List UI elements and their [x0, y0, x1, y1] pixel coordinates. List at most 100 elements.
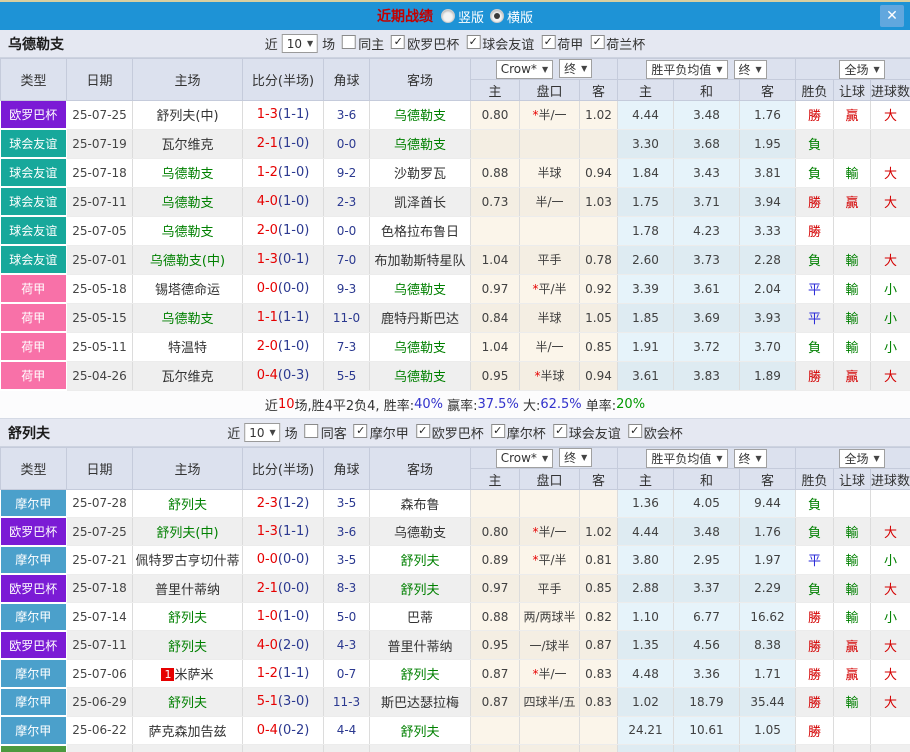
result-goals: 大 — [871, 158, 910, 187]
match-date: 25-07-25 — [67, 517, 133, 545]
result-outcome: 勝 — [796, 659, 834, 687]
team-name-text: 特温特 — [168, 341, 207, 356]
league-filter-checkbox[interactable]: ✓ — [541, 35, 555, 49]
match-count-select[interactable]: 10▼ — [244, 423, 280, 442]
avg-type-select[interactable]: 胜平负均值▼ — [646, 60, 727, 79]
matches-body: 摩尔甲25-07-28舒列夫2-3(1-2)3-5森布鲁1.364.059.44… — [1, 490, 910, 752]
col-date: 日期 — [67, 448, 133, 490]
match-date: 25-07-18 — [67, 158, 133, 187]
fulltime-select[interactable]: 全场▼ — [839, 449, 884, 468]
match-count-select[interactable]: 10▼ — [282, 34, 318, 53]
fulltime-score: 1-2 — [257, 666, 278, 681]
avg-type-select[interactable]: 胜平负均值▼ — [646, 449, 727, 468]
avg-draw-odds: 3.43 — [674, 158, 740, 187]
odds-home: 0.88 — [471, 603, 520, 631]
team-name-text: 沙勒罗瓦 — [394, 167, 446, 182]
avg-time-select[interactable]: 终▼ — [734, 60, 767, 79]
corners-cell: 0-7 — [324, 659, 370, 687]
team-name-text: 乌德勒支 — [394, 109, 446, 124]
result-outcome: 勝 — [796, 101, 834, 130]
odds-time-select[interactable]: 终▼ — [559, 59, 592, 78]
odds-handicap: *半/一 — [520, 659, 580, 687]
result-outcome: 負 — [796, 129, 834, 158]
col-avg-draw: 和 — [674, 80, 740, 101]
team-name-text: 色格拉布鲁日 — [381, 225, 459, 240]
avg-time-select[interactable]: 终▼ — [734, 449, 767, 468]
match-date: 25-05-11 — [67, 332, 133, 361]
league-filter-checkbox[interactable]: ✓ — [354, 424, 368, 438]
col-odds-home: 主 — [471, 469, 520, 490]
corners-cell: 9-3 — [324, 274, 370, 303]
version-radio[interactable] — [441, 9, 455, 23]
league-filter-checkbox[interactable]: ✓ — [491, 424, 505, 438]
team-name-text: 斯巴达瑟拉梅 — [381, 696, 459, 711]
match-row: 球会友谊25-07-05乌德勒支2-0(1-0)0-0色格拉布鲁日1.784.2… — [1, 216, 910, 245]
league-filter-checkbox[interactable]: ✓ — [466, 35, 480, 49]
live-asterisk: * — [532, 108, 538, 122]
live-asterisk: * — [534, 369, 540, 383]
halftime-score: (1-0) — [278, 609, 309, 624]
odds-away: 0.94 — [580, 361, 618, 390]
dropdown-arrow-icon: ▼ — [716, 454, 722, 463]
same-side-checkbox[interactable] — [342, 35, 356, 49]
home-team-cell: 舒列夫 — [133, 603, 243, 631]
odds-handicap — [520, 716, 580, 744]
avg-loss-odds: 1.89 — [740, 361, 796, 390]
fulltime-score: 2-1 — [257, 136, 278, 151]
match-date: 25-07-11 — [67, 187, 133, 216]
match-row: 欧罗巴杯25-07-25舒列夫(中)1-3(1-1)3-6乌德勒支0.80*半/… — [1, 101, 910, 130]
odds-handicap: *半/一 — [520, 101, 580, 130]
avg-win-odds: 3.80 — [618, 546, 674, 574]
col-result: 胜负 — [796, 80, 834, 101]
result-goals: 小 — [871, 303, 910, 332]
home-team-cell: 普里什蒂纳 — [133, 574, 243, 602]
summary-segment: 62.5% — [540, 397, 581, 412]
odds-home — [471, 216, 520, 245]
dropdown-arrow-icon: ▼ — [581, 453, 587, 462]
home-team-cell: 瓦尔维克 — [133, 361, 243, 390]
team-name-text: 乌德勒支(中) — [150, 254, 225, 269]
odds-home: 0.89 — [471, 546, 520, 574]
team-name-text: 普里什蒂纳 — [155, 583, 220, 598]
result-outcome: 負 — [796, 517, 834, 545]
league-filter-checkbox[interactable]: ✓ — [590, 35, 604, 49]
result-goals: 大 — [871, 517, 910, 545]
avg-win-odds: 2.60 — [618, 245, 674, 274]
home-team-cell: 1米萨米 — [133, 659, 243, 687]
result-handicap — [834, 490, 871, 518]
odds-away: 0.81 — [580, 546, 618, 574]
odds-source-select[interactable]: Crow*▼ — [496, 60, 553, 79]
league-badge: 欧罗巴杯 — [1, 101, 67, 130]
avg-win-odds: 1.49 — [618, 745, 674, 752]
avg-loss-odds: 3.81 — [740, 158, 796, 187]
score-cell: 2-0(1-0) — [243, 332, 324, 361]
league-filter-checkbox[interactable]: ✓ — [416, 424, 430, 438]
result-goals: 大 — [871, 101, 910, 130]
odds-time-select[interactable]: 终▼ — [559, 448, 592, 467]
league-filter-checkbox[interactable]: ✓ — [553, 424, 567, 438]
table-header: 类型 日期 主场 比分(半场) 角球 客场 Crow*▼终▼ 胜平负均值▼终▼ … — [1, 59, 910, 101]
result-outcome: 勝 — [796, 745, 834, 752]
odds-home: 0.95 — [471, 361, 520, 390]
fulltime-score: 4-0 — [257, 194, 278, 209]
fulltime-select[interactable]: 全场▼ — [839, 60, 884, 79]
result-handicap: 輸 — [834, 574, 871, 602]
home-team-cell: 乌德勒支 — [133, 158, 243, 187]
avg-win-odds: 1.10 — [618, 603, 674, 631]
league-filter-checkbox[interactable]: ✓ — [628, 424, 642, 438]
home-team-cell: 锡塔德命运 — [133, 274, 243, 303]
same-side-checkbox[interactable] — [305, 424, 319, 438]
odds-source-select[interactable]: Crow*▼ — [496, 449, 553, 468]
league-filter-checkbox[interactable]: ✓ — [391, 35, 405, 49]
close-button[interactable]: ✕ — [880, 5, 904, 27]
result-goals — [871, 129, 910, 158]
team-name-text: 乌德勒支 — [161, 167, 213, 182]
odds-handicap: 半球 — [520, 158, 580, 187]
result-outcome: 負 — [796, 245, 834, 274]
version-radio[interactable] — [490, 9, 504, 23]
filter-label: 欧罗巴杯 — [407, 38, 459, 53]
result-goals: 大 — [871, 245, 910, 274]
match-date: 25-07-14 — [67, 603, 133, 631]
match-row: 摩尔甲25-06-29舒列夫5-1(3-0)11-3斯巴达瑟拉梅0.87四球半/… — [1, 688, 910, 716]
match-date: 25-07-21 — [67, 546, 133, 574]
